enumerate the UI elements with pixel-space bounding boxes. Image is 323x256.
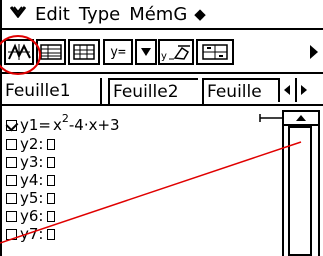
- empty-entry-slot[interactable]: [47, 228, 56, 240]
- function-row-y5[interactable]: y5:: [6, 189, 56, 207]
- function-label: y3:: [20, 153, 44, 171]
- function-checkbox[interactable]: [6, 174, 17, 186]
- function-expr-rest[interactable]: -4·x+3: [69, 116, 120, 134]
- toolbar: y= y: [2, 32, 323, 74]
- function-checkbox[interactable]: [6, 156, 17, 168]
- tab-feuille2[interactable]: Feuille2: [108, 78, 198, 104]
- empty-entry-slot[interactable]: [47, 174, 56, 186]
- dropdown-button[interactable]: [135, 39, 157, 65]
- function-row-y2[interactable]: y2:: [6, 135, 56, 153]
- empty-entry-slot[interactable]: [47, 156, 56, 168]
- function-checkbox[interactable]: [6, 228, 17, 240]
- function-label: y4:: [20, 171, 44, 189]
- scroll-up-icon[interactable]: [282, 110, 320, 126]
- function-row-y4[interactable]: y4:: [6, 171, 56, 189]
- function-row-y3[interactable]: y3:: [6, 153, 56, 171]
- scrollbar-thumb[interactable]: [288, 126, 312, 256]
- tab-scroll-left-icon[interactable]: [278, 78, 294, 102]
- vertical-scrollbar[interactable]: [280, 110, 323, 256]
- function-expr-x[interactable]: x: [53, 116, 62, 134]
- dynamic-graph-button[interactable]: [196, 39, 234, 65]
- triangle-right-icon[interactable]: [307, 39, 321, 65]
- menu-edit[interactable]: Edit: [35, 4, 70, 25]
- function-checkbox[interactable]: [6, 192, 17, 204]
- function-checkbox[interactable]: [6, 119, 17, 131]
- function-row-y7[interactable]: y7:: [6, 225, 56, 243]
- svg-text:y: y: [161, 51, 167, 62]
- function-row-y6[interactable]: y6:: [6, 207, 56, 225]
- more-menu-icon[interactable]: ◆: [194, 5, 206, 23]
- sheet-tabs: Feuille1 Feuille2 Feuille: [2, 76, 323, 106]
- tab-scroll-right-icon[interactable]: [295, 78, 311, 102]
- menu-type[interactable]: Type: [79, 4, 120, 25]
- table-view-icon[interactable]: [68, 39, 100, 65]
- graph-draw-icon[interactable]: [4, 39, 34, 65]
- function-label: y1=: [20, 116, 51, 134]
- empty-entry-slot[interactable]: [47, 210, 56, 222]
- tab-feuille3[interactable]: Feuille: [202, 78, 278, 104]
- function-row-y1[interactable]: y1= ⁢ x2-4·x+3: [6, 112, 120, 134]
- table-icon[interactable]: [36, 39, 66, 65]
- function-label: y5:: [20, 189, 44, 207]
- menu-bar: Edit Type MémG ◆: [2, 0, 323, 30]
- function-label: y6:: [20, 207, 44, 225]
- tab-feuille1[interactable]: Feuille1: [2, 78, 102, 104]
- menu-memg[interactable]: MémG: [129, 4, 187, 25]
- empty-entry-slot[interactable]: [47, 192, 56, 204]
- empty-entry-slot[interactable]: [47, 138, 56, 150]
- chevron-down-icon[interactable]: [9, 6, 27, 22]
- function-label: y7:: [20, 225, 44, 243]
- function-label: y2:: [20, 135, 44, 153]
- function-type-button[interactable]: y=: [103, 39, 133, 65]
- function-checkbox[interactable]: [6, 210, 17, 222]
- graph-style-button[interactable]: y: [158, 39, 194, 65]
- function-list: y1= ⁢ x2-4·x+3 y2: y3: y4: y5: y6: y7:: [2, 108, 302, 256]
- function-expr-exponent: 2: [61, 111, 69, 125]
- function-checkbox[interactable]: [6, 138, 17, 150]
